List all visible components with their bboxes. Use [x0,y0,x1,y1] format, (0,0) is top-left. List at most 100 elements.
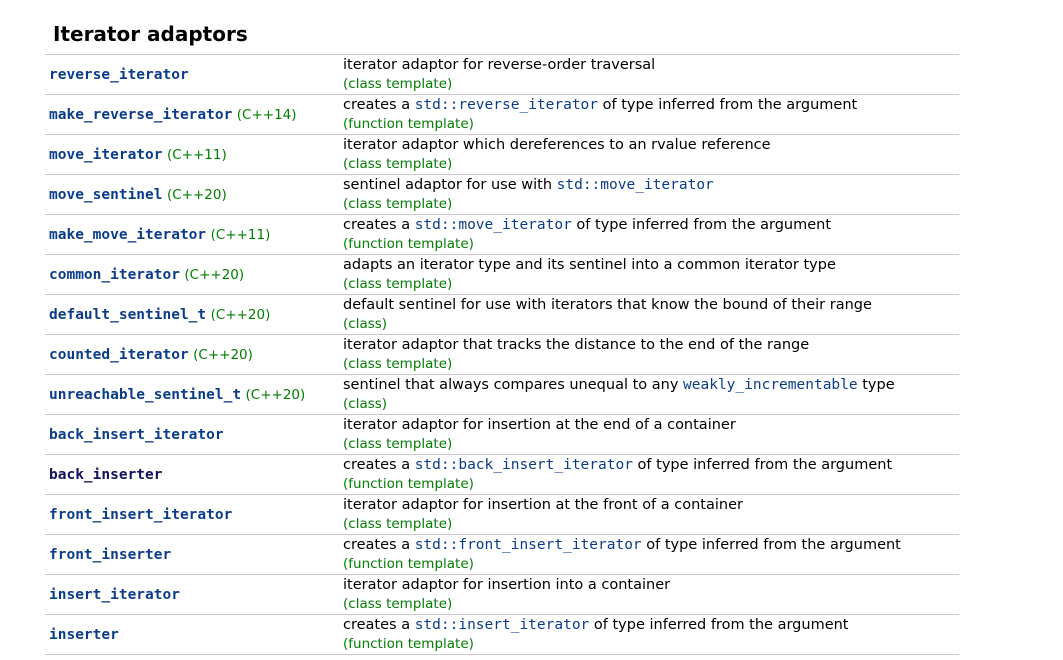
entity-kind: (function template) [343,116,474,132]
entity-kind: (function template) [343,636,474,652]
entity-kind: (class template) [343,516,453,532]
description-text: iterator adaptor for reverse-order trave… [343,56,655,75]
row-name-cell: back_insert_iterator [49,425,224,445]
entity-link[interactable]: insert_iterator [49,587,180,603]
table-row: reverse_iterator iterator adaptor for re… [45,55,959,95]
description-pre: iterator adaptor for reverse-order trave… [343,57,656,73]
version-badge: (C++14) [236,107,297,123]
table-row: inserter creates a std::insert_iterator … [45,615,959,655]
entity-kind: (class template) [343,596,453,612]
row-name-cell: move_sentinel (C++20) [49,185,227,205]
description-pre: iterator adaptor for insertion into a co… [343,577,671,593]
entity-link[interactable]: make_move_iterator [49,227,206,243]
row-description-cell: creates a std::reverse_iterator of type … [343,96,857,133]
description-pre: sentinel that always compares unequal to… [343,377,684,393]
row-description-cell: iterator adaptor for insertion at the fr… [343,496,743,533]
row-name-cell: make_reverse_iterator (C++14) [49,105,297,125]
description-text: creates a std::back_insert_iterator of t… [343,456,892,475]
description-post: of type inferred from the argument [641,537,901,553]
version-badge: (C++20) [193,347,253,363]
description-code-link[interactable]: std::reverse_iterator [415,97,598,113]
table-row: make_move_iterator (C++11) creates a std… [45,215,959,255]
description-pre: creates a [343,217,415,233]
description-pre: creates a [343,97,415,113]
description-code-link[interactable]: std::insert_iterator [415,617,590,633]
row-name-cell: insert_iterator [49,585,180,605]
description-post: type [857,377,895,393]
entity-link[interactable]: reverse_iterator [49,67,189,83]
description-text: iterator adaptor for insertion into a co… [343,576,670,595]
description-pre: iterator adaptor for insertion at the en… [343,417,736,433]
description-post: of type inferred from the argument [632,457,893,473]
description-text: iterator adaptor which dereferences to a… [343,136,771,155]
section-heading: Iterator adaptors [53,22,248,46]
description-text: iterator adaptor for insertion at the fr… [343,496,743,515]
table-row: insert_iterator iterator adaptor for ins… [45,575,959,615]
description-code-link[interactable]: std::back_insert_iterator [415,457,633,473]
entity-link[interactable]: unreachable_sentinel_t [49,387,241,403]
description-pre: adapts an iterator type and its sentinel… [343,257,836,273]
entity-link[interactable]: common_iterator [49,267,180,283]
description-pre: sentinel adaptor for use with [343,177,557,193]
table-row: front_inserter creates a std::front_inse… [45,535,959,575]
description-text: sentinel that always compares unequal to… [343,376,895,395]
entity-link[interactable]: front_insert_iterator [49,507,232,523]
entity-kind: (class template) [343,356,453,372]
row-name-cell: common_iterator (C++20) [49,265,244,285]
entity-link[interactable]: make_reverse_iterator [49,107,232,123]
row-description-cell: creates a std::insert_iterator of type i… [343,616,848,653]
row-description-cell: creates a std::front_insert_iterator of … [343,536,901,573]
row-name-cell: unreachable_sentinel_t (C++20) [49,385,305,405]
version-badge: (C++20) [184,267,245,283]
row-name-cell: default_sentinel_t (C++20) [49,305,270,325]
description-code-link[interactable]: std::move_iterator [415,217,572,233]
entity-link[interactable]: default_sentinel_t [49,307,206,323]
row-description-cell: creates a std::back_insert_iterator of t… [343,456,892,493]
row-description-cell: sentinel that always compares unequal to… [343,376,895,413]
table-row: back_insert_iterator iterator adaptor fo… [45,415,959,455]
description-pre: creates a [343,617,415,633]
row-description-cell: iterator adaptor for insertion at the en… [343,416,736,453]
row-description-cell: iterator adaptor that tracks the distanc… [343,336,809,373]
description-pre: default sentinel for use with iterators … [343,297,872,313]
entity-link[interactable]: counted_iterator [49,347,189,363]
entity-kind: (function template) [343,236,474,252]
entity-link[interactable]: move_iterator [49,147,163,163]
row-name-cell: make_move_iterator (C++11) [49,225,270,245]
table-row: move_sentinel (C++20) sentinel adaptor f… [45,175,959,215]
description-code-link[interactable]: std::move_iterator [557,177,714,193]
table-row: counted_iterator (C++20) iterator adapto… [45,335,959,375]
row-description-cell: default sentinel for use with iterators … [343,296,872,333]
description-text: adapts an iterator type and its sentinel… [343,256,836,275]
entity-link[interactable]: front_inserter [49,547,171,563]
description-pre: iterator adaptor which dereferences to a… [343,137,771,153]
description-post: of type inferred from the argument [589,617,849,633]
entity-link[interactable]: move_sentinel [49,187,163,203]
row-name-cell: reverse_iterator [49,65,189,85]
description-pre: iterator adaptor that tracks the distanc… [343,337,810,353]
description-text: creates a std::insert_iterator of type i… [343,616,848,635]
entity-kind: (class template) [343,276,453,292]
version-badge: (C++11) [210,227,271,243]
description-text: creates a std::reverse_iterator of type … [343,96,857,115]
description-text: creates a std::move_iterator of type inf… [343,216,831,235]
version-badge: (C++20) [210,307,271,323]
description-text: creates a std::front_insert_iterator of … [343,536,901,555]
description-text: sentinel adaptor for use with std::move_… [343,176,714,195]
description-code-link[interactable]: weakly_incrementable [683,377,858,393]
description-post: of type inferred from the argument [598,97,858,113]
row-description-cell: sentinel adaptor for use with std::move_… [343,176,714,213]
row-name-cell: move_iterator (C++11) [49,145,227,165]
version-badge: (C++20) [245,387,306,403]
entity-kind: (class) [343,316,388,332]
entity-kind: (class template) [343,436,453,452]
row-description-cell: creates a std::move_iterator of type inf… [343,216,831,253]
description-code-link[interactable]: std::front_insert_iterator [415,537,642,553]
row-description-cell: iterator adaptor for insertion into a co… [343,576,670,613]
entity-link[interactable]: back_inserter [49,467,163,483]
version-badge: (C++20) [166,187,227,203]
entity-kind: (class template) [343,156,453,172]
entity-link[interactable]: back_insert_iterator [49,427,224,443]
description-text: default sentinel for use with iterators … [343,296,872,315]
entity-link[interactable]: inserter [49,627,119,643]
